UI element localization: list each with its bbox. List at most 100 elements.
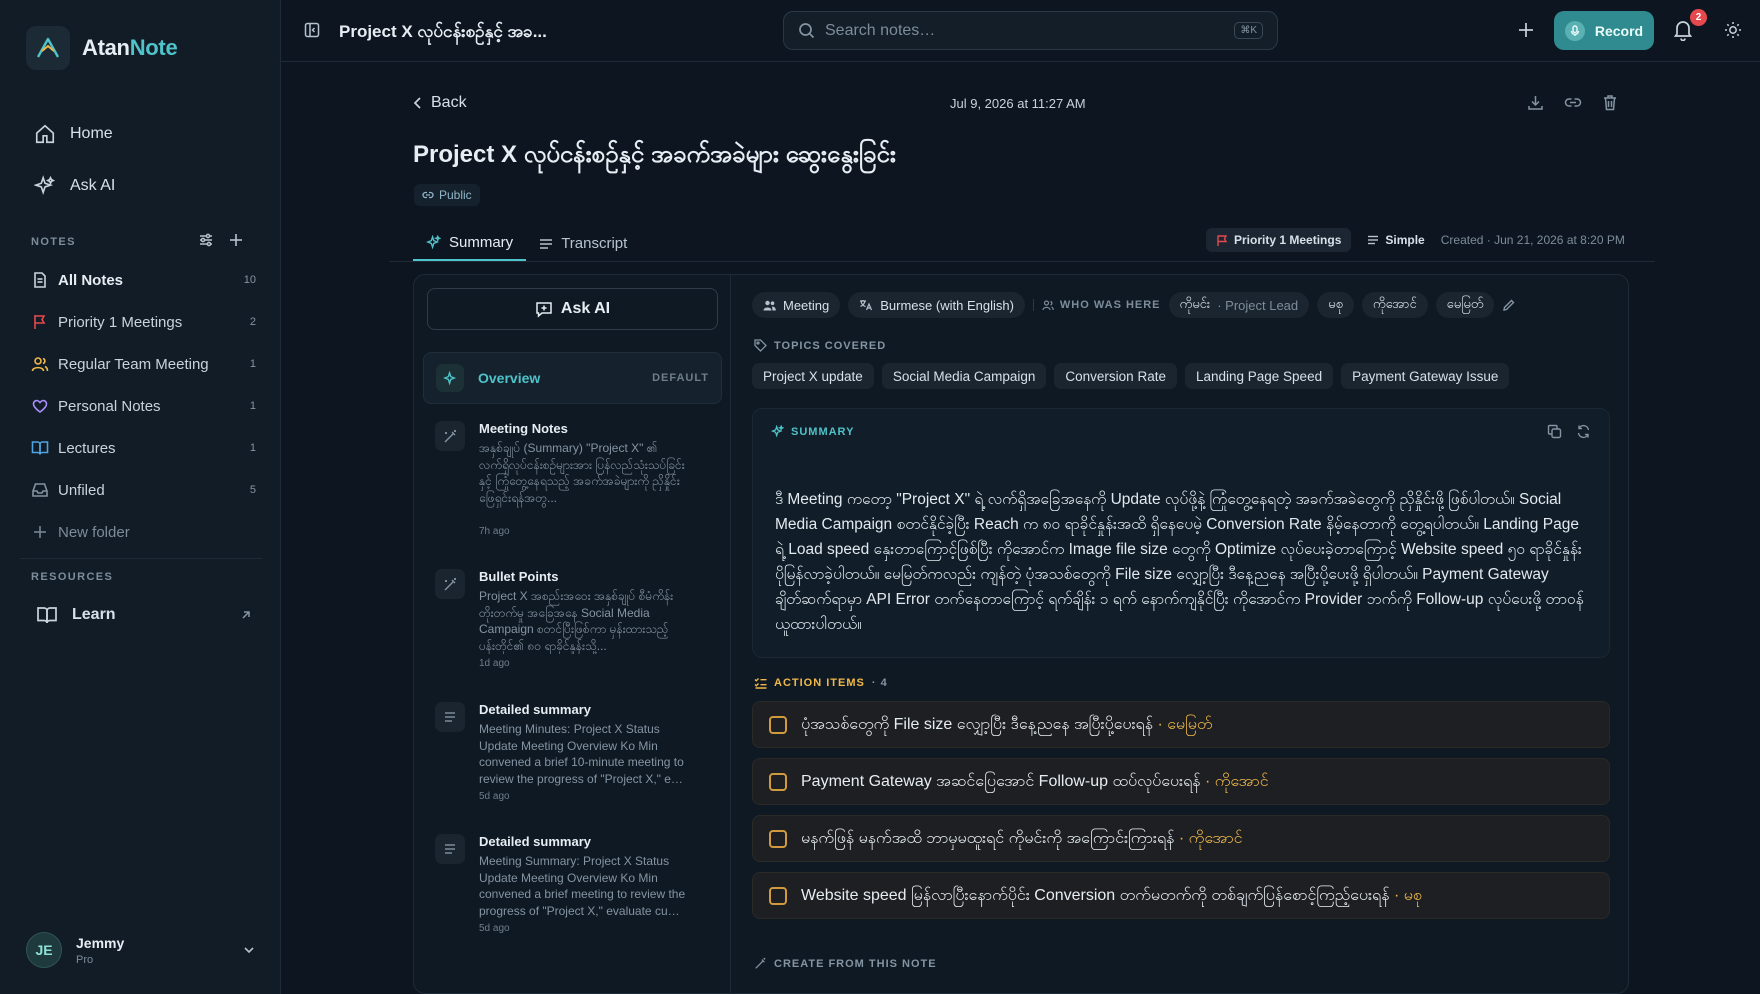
template-age: 1d ago <box>479 658 510 669</box>
record-label: Record <box>1594 22 1644 39</box>
topic-chip[interactable]: Conversion Rate <box>1054 363 1177 389</box>
toggle-sidebar-icon[interactable] <box>304 22 320 38</box>
create-from-note-label: CREATE FROM THIS NOTE <box>754 957 937 970</box>
folder-label: Priority 1 Meetings <box>58 313 183 331</box>
copy-icon[interactable] <box>1547 424 1562 439</box>
trash-icon[interactable] <box>1602 94 1618 111</box>
inbox-icon <box>30 481 50 499</box>
search-input[interactable]: Search notes… ⌘K <box>783 11 1278 50</box>
new-note-plus-icon[interactable] <box>1517 21 1535 39</box>
meeting-type-chip[interactable]: Meeting <box>752 292 841 318</box>
action-checkbox[interactable] <box>769 772 787 791</box>
brand[interactable]: AtanNote <box>26 26 178 70</box>
sparkle-icon <box>436 364 464 392</box>
notes-actions <box>198 232 244 248</box>
wand-icon <box>435 569 465 599</box>
visibility-badge[interactable]: Public <box>414 184 480 206</box>
folder-lectures[interactable]: Lectures 1 <box>20 427 266 469</box>
language-chip[interactable]: Burmese (with English) <box>848 292 1025 318</box>
action-checkbox[interactable] <box>769 829 787 848</box>
template-item[interactable]: Meeting Notes အနှစ်ချုပ် (Summary) "Proj… <box>435 421 720 537</box>
topic-chip[interactable]: Payment Gateway Issue <box>1341 363 1510 389</box>
folder-personal-notes[interactable]: Personal Notes 1 <box>20 385 266 427</box>
action-text: Payment Gateway အဆင်ပြေအောင် Follow-up ထ… <box>801 772 1201 790</box>
who-label-text: WHO WAS HERE <box>1059 299 1161 311</box>
overview-default-tag: DEFAULT <box>652 372 709 384</box>
user-plan: Pro <box>76 953 94 966</box>
folder-priority-1-meetings[interactable]: Priority 1 Meetings 2 <box>20 301 266 343</box>
action-item: ပုံအသစ်တွေကို File size လျှော့ပြီး ဒီနေ့… <box>752 701 1610 748</box>
summary-actions <box>1547 424 1591 439</box>
mode-selector[interactable]: Simple <box>1361 233 1430 247</box>
users-icon <box>763 300 776 311</box>
participant-chip[interactable]: ကိုမင်း · Project Lead <box>1168 292 1310 318</box>
search-placeholder: Search notes… <box>825 21 936 39</box>
tab-transcript[interactable]: Transcript <box>526 226 640 261</box>
action-checkbox[interactable] <box>769 715 787 734</box>
folder-count: 5 <box>249 484 256 496</box>
topics-label-text: TOPICS COVERED <box>774 339 887 352</box>
lines-icon <box>1367 234 1379 246</box>
sparkle-icon <box>771 425 784 438</box>
template-title: Meeting Notes <box>479 421 568 436</box>
topic-chip[interactable]: Social Media Campaign <box>881 363 1047 389</box>
language-label: Burmese (with English) <box>880 297 1014 313</box>
visibility-label: Public <box>439 188 472 202</box>
action-text: Website speed မြန်လာပြီးနောက်ပိုင်း Conv… <box>801 886 1390 904</box>
users-icon <box>1042 299 1054 311</box>
document-icon <box>30 271 50 289</box>
participant-chip[interactable]: ကိုအောင် <box>1361 292 1428 318</box>
learn-link[interactable]: Learn <box>20 594 252 636</box>
user-menu[interactable]: JE Jemmy Pro <box>26 932 256 968</box>
summary-label: SUMMARY <box>791 425 855 438</box>
ask-ai-button[interactable]: Ask AI <box>427 288 718 330</box>
template-item[interactable]: Bullet Points Project X အစည်းအဝေး အနှစ်ခ… <box>435 569 720 669</box>
search-shortcut: ⌘K <box>1234 22 1263 39</box>
lines-icon <box>539 237 553 251</box>
users-icon <box>30 355 50 373</box>
checklist-icon <box>754 677 767 689</box>
template-item[interactable]: Detailed summary Meeting Minutes: Projec… <box>435 702 720 802</box>
action-text: မနက်ဖြန် မနက်အထိ ဘာမှမထူးရင် ကိုမင်းကို … <box>801 829 1175 847</box>
new-folder-label: New folder <box>58 523 130 541</box>
action-item: Website speed မြန်လာပြီးနောက်ပိုင်း Conv… <box>752 872 1610 919</box>
template-description: အနှစ်ချုပ် (Summary) "Project X" ၏ လက်ရှ… <box>479 441 685 505</box>
link-icon[interactable] <box>1564 94 1582 111</box>
nav-home[interactable]: Home <box>16 108 266 160</box>
refresh-icon[interactable] <box>1576 424 1591 439</box>
back-button[interactable]: Back <box>413 94 467 112</box>
who-was-here-label: WHO WAS HERE <box>1032 299 1161 311</box>
topic-chip[interactable]: Project X update <box>752 363 874 389</box>
folder-unfiled[interactable]: Unfiled 5 <box>20 469 266 511</box>
edit-pencil-icon[interactable] <box>1502 298 1516 312</box>
note-actions <box>1527 94 1618 111</box>
template-title: Detailed summary <box>479 834 591 849</box>
create-label-text: CREATE FROM THIS NOTE <box>774 957 937 970</box>
theme-sun-icon[interactable] <box>1724 21 1742 39</box>
nav-ask-ai[interactable]: Ask AI <box>16 160 266 212</box>
user-name: Jemmy <box>76 934 125 951</box>
sparkle-icon <box>34 175 56 197</box>
topic-chip[interactable]: Landing Page Speed <box>1184 363 1334 389</box>
template-item[interactable]: Detailed summary Meeting Summary: Projec… <box>435 834 720 934</box>
new-folder-button[interactable]: New folder <box>20 511 266 553</box>
template-overview[interactable]: Overview DEFAULT <box>423 352 722 404</box>
translate-icon <box>859 299 873 311</box>
add-folder-icon[interactable] <box>228 232 244 248</box>
sparkle-icon <box>426 235 441 250</box>
folder-chip[interactable]: Priority 1 Meetings <box>1206 228 1352 252</box>
participant-chip[interactable]: မေမြတ် <box>1435 292 1495 318</box>
folder-all-notes[interactable]: All Notes 10 <box>20 259 266 301</box>
tab-summary[interactable]: Summary <box>413 226 527 261</box>
filter-icon[interactable] <box>198 232 214 248</box>
participant-chip[interactable]: မစု <box>1317 292 1354 318</box>
summary-column: Meeting Burmese (with English) WHO WAS H… <box>732 275 1628 993</box>
record-button[interactable]: Record <box>1554 11 1654 50</box>
summary-card: SUMMARY ဒီ Meeting ကတော့ "Project X" ရဲ့… <box>752 408 1610 658</box>
action-items-label: ACTION ITEMS · 4 <box>754 677 888 689</box>
action-text: ပုံအသစ်တွေကို File size လျှော့ပြီး ဒီနေ့… <box>801 715 1153 733</box>
bell-icon[interactable] <box>1673 19 1693 41</box>
folder-regular-team-meeting[interactable]: Regular Team Meeting 1 <box>20 343 266 385</box>
download-icon[interactable] <box>1527 94 1544 111</box>
action-checkbox[interactable] <box>769 886 787 905</box>
